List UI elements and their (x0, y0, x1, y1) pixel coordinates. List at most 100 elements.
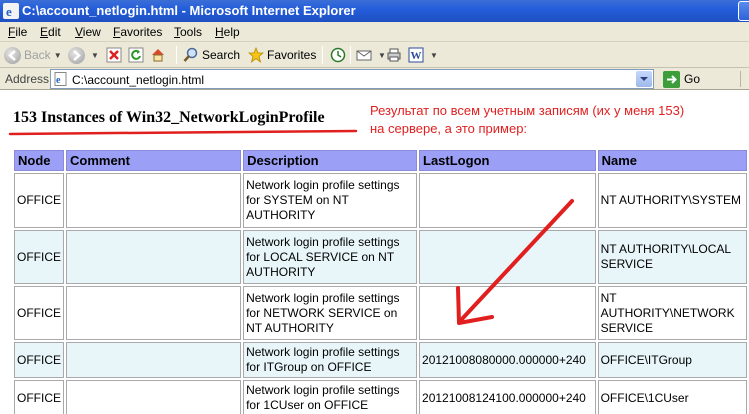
chevron-down-icon[interactable] (636, 71, 652, 87)
annotation-underline (8, 129, 358, 136)
forward-button[interactable]: ▼ (68, 45, 99, 65)
menu-bar: File Edit View Favorites Tools Help (0, 22, 749, 42)
cell-node: OFFICE (14, 380, 64, 414)
home-button[interactable] (150, 45, 169, 65)
cell-name: NT AUTHORITY\NETWORK SERVICE (597, 286, 747, 340)
favorites-label: Favorites (267, 48, 317, 62)
table-header-row: Node Comment Description LastLogon Name (14, 150, 747, 171)
column-header-lastlogon: LastLogon (419, 150, 596, 171)
stop-icon (106, 47, 122, 63)
table-row: OFFICE Network login profile settings fo… (14, 342, 747, 378)
annotation-line-1: Результат по всем учетным записям (их у … (370, 103, 685, 118)
refresh-icon (128, 47, 144, 63)
mail-button[interactable]: ▼ (356, 45, 386, 65)
toolbar: Back ▼ ▼ Search Favorites ▼ W ▼ (0, 42, 749, 68)
cell-node: OFFICE (14, 173, 64, 228)
cell-node: OFFICE (14, 286, 64, 340)
chevron-down-icon[interactable]: ▼ (54, 51, 62, 60)
search-button[interactable]: Search (183, 45, 240, 65)
profiles-table: Node Comment Description LastLogon Name … (12, 148, 749, 414)
menu-view[interactable]: View (75, 25, 101, 39)
print-icon (387, 48, 401, 62)
annotation-text: Результат по всем учетным записям (их у … (370, 102, 684, 138)
cell-comment (66, 380, 242, 414)
address-url[interactable]: C:\account_netlogin.html (72, 73, 204, 87)
favorites-star-icon (248, 47, 264, 63)
column-header-name: Name (597, 150, 747, 171)
menu-tools[interactable]: Tools (174, 25, 202, 39)
favorites-button[interactable]: Favorites (248, 45, 316, 65)
cell-comment (66, 286, 242, 340)
address-label: Address (5, 72, 50, 86)
page-title: 153 Instances of Win32_NetworkLoginProfi… (13, 109, 325, 126)
cell-lastlogon (419, 230, 596, 284)
window-title: C:\account_netlogin.html - Microsoft Int… (22, 3, 356, 18)
toolbar-separator (176, 46, 177, 64)
title-bar: e C:\account_netlogin.html - Microsoft I… (0, 0, 749, 22)
svg-text:W: W (411, 50, 422, 62)
cell-name: OFFICE\ITGroup (597, 342, 747, 378)
ie-icon: e (3, 3, 19, 19)
history-button[interactable] (330, 45, 349, 65)
toolbar-separator (740, 71, 741, 87)
column-header-description: Description (243, 150, 418, 171)
menu-help[interactable]: Help (215, 25, 240, 39)
cell-node: OFFICE (14, 230, 64, 284)
table-row: OFFICE Network login profile settings fo… (14, 380, 747, 414)
chevron-down-icon[interactable]: ▼ (378, 51, 386, 60)
column-header-comment: Comment (66, 150, 242, 171)
chevron-down-icon[interactable]: ▼ (430, 51, 438, 60)
menu-edit[interactable]: Edit (40, 25, 61, 39)
toolbar-separator (322, 46, 323, 64)
cell-name: NT AUTHORITY\LOCAL SERVICE (597, 230, 747, 284)
cell-comment (66, 173, 242, 228)
cell-name: NT AUTHORITY\SYSTEM (597, 173, 747, 228)
cell-lastlogon: 20121008080000.000000+240 (419, 342, 596, 378)
cell-comment (66, 342, 242, 378)
go-label: Go (684, 72, 701, 86)
back-icon (4, 46, 21, 64)
cell-description: Network login profile settings for 1CUse… (243, 380, 418, 414)
word-button[interactable]: W ▼ (408, 45, 438, 65)
cell-lastlogon (419, 173, 596, 228)
cell-description: Network login profile settings for ITGro… (243, 342, 418, 378)
home-icon (152, 49, 164, 62)
cell-name: OFFICE\1CUser (597, 380, 747, 414)
annotation-line-2: на сервере, а это пример: (370, 121, 528, 136)
page-icon: e (54, 72, 67, 86)
refresh-button[interactable] (128, 45, 147, 65)
back-label: Back (24, 48, 51, 62)
cell-description: Network login profile settings for SYSTE… (243, 173, 418, 228)
search-label: Search (202, 48, 241, 62)
svg-text:e: e (56, 75, 61, 86)
print-button[interactable] (386, 45, 405, 65)
cell-node: OFFICE (14, 342, 64, 378)
table-row: OFFICE Network login profile settings fo… (14, 173, 747, 228)
table-row: OFFICE Network login profile settings fo… (14, 230, 747, 284)
back-button[interactable]: Back ▼ (4, 45, 62, 65)
menu-file[interactable]: File (8, 25, 27, 39)
chevron-down-icon[interactable]: ▼ (91, 51, 99, 60)
go-button[interactable]: Go (663, 70, 700, 88)
stop-button[interactable] (106, 45, 125, 65)
toolbar-separator (350, 46, 351, 64)
svg-text:e: e (6, 4, 12, 19)
cell-lastlogon (419, 286, 596, 340)
cell-lastlogon: 20121008124100.000000+240 (419, 380, 596, 414)
cell-description: Network login profile settings for LOCAL… (243, 230, 418, 284)
word-icon: W (408, 47, 424, 63)
table-row: OFFICE Network login profile settings fo… (14, 286, 747, 340)
forward-icon (68, 46, 85, 64)
cell-description: Network login profile settings for NETWO… (243, 286, 418, 340)
search-icon (183, 47, 198, 62)
go-arrow-icon (663, 70, 680, 88)
page-content: 153 Instances of Win32_NetworkLoginProfi… (0, 91, 749, 414)
address-bar: Address e C:\account_netlogin.html Go (0, 68, 749, 90)
column-header-node: Node (14, 150, 64, 171)
minimize-button[interactable] (738, 1, 749, 21)
cell-comment (66, 230, 242, 284)
mail-icon (356, 50, 372, 61)
address-field[interactable]: e C:\account_netlogin.html (50, 69, 654, 89)
menu-favorites[interactable]: Favorites (113, 25, 162, 39)
history-icon (330, 47, 346, 63)
